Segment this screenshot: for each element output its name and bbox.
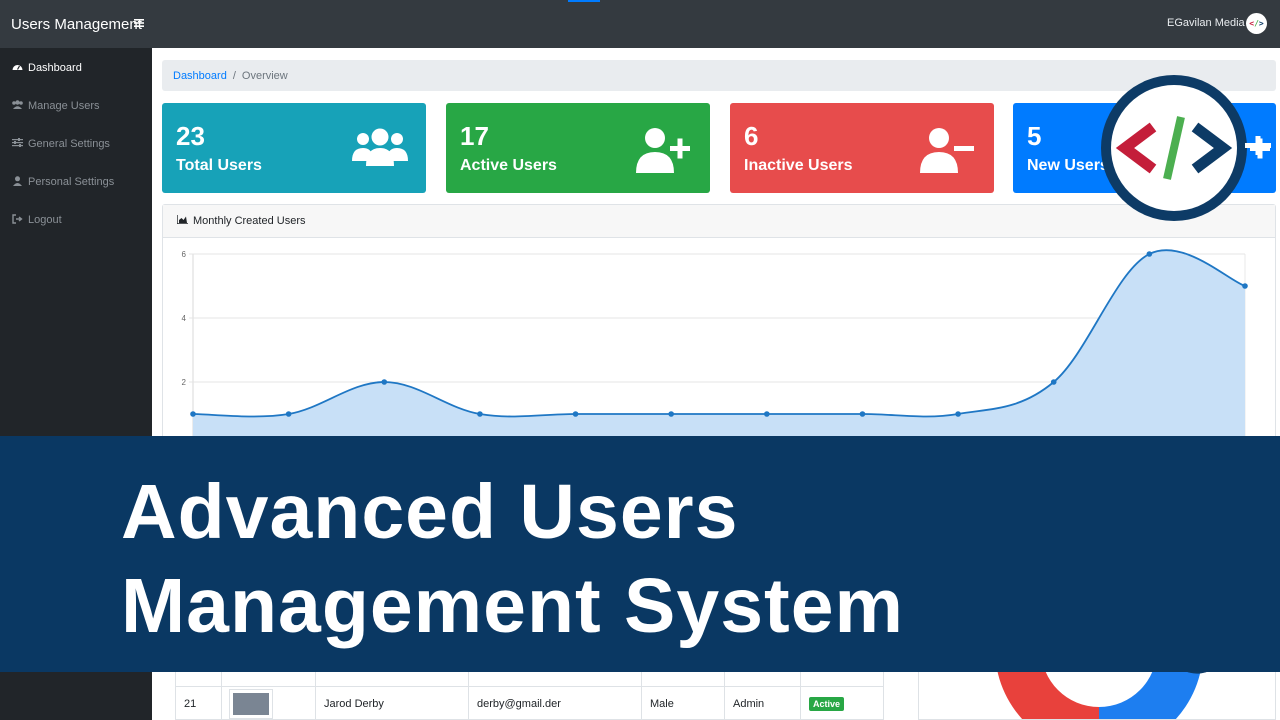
logout-icon [11,213,23,227]
stat-value: 23 [176,121,205,151]
cell-id: 21 [184,697,197,710]
active-indicator [568,0,600,2]
sidebar-item-manage-users[interactable]: Manage Users [11,98,100,114]
area-chart-icon [176,215,188,227]
logo-badge [1101,75,1247,221]
top-navbar: Users Management EGavilan Media < / > [0,0,1280,48]
stat-card-total-users[interactable]: 23 Total Users [162,103,426,193]
hamburger-icon[interactable] [134,15,144,31]
cell-status: Active [800,687,883,720]
stat-label: Total Users [176,157,262,174]
cell-avatar [221,687,315,720]
sidebar-item-logout[interactable]: Logout [11,212,62,228]
status-badge: Active [809,696,845,711]
data-point [572,411,579,417]
avatar-gt: > [1258,19,1264,28]
data-point [1242,283,1248,289]
banner-title-line-2: Management System [121,563,904,649]
sidebar-item-label: Logout [28,214,62,226]
users-icon [11,100,23,112]
y-tick-label: 2 [182,378,187,387]
cell-gender: Male [641,687,724,720]
data-point [668,411,674,417]
banner-title-line-1: Advanced Users [121,469,739,555]
data-point [764,411,770,417]
chart-card: Monthly Created Users 6 4 2 [162,204,1276,444]
user-minus-icon [920,127,976,178]
stat-value: 17 [460,121,489,151]
stat-label: New Users [1027,157,1109,174]
table-row[interactable]: 21 Jarod Derby derby@gmail.der Male Admi… [176,686,883,720]
breadcrumb: Dashboard / Overview [162,60,1276,91]
data-point [1050,379,1057,385]
y-tick-label: 6 [182,250,187,259]
cell-email: derby@gmail.der [468,687,641,720]
stat-card-active-users[interactable]: 17 Active Users [446,103,710,193]
stat-card-new-users-icon-tail [1245,136,1271,155]
stat-label: Active Users [460,157,557,174]
app-title[interactable]: Users Management [11,16,142,33]
data-point [477,411,483,417]
stat-card-inactive-users[interactable]: 6 Inactive Users [730,103,994,193]
cell-role: Admin [724,687,800,720]
data-point [1146,251,1153,257]
sidebar-item-dashboard[interactable]: Dashboard [11,60,82,76]
sidebar-item-label: General Settings [28,138,110,150]
data-point [285,411,292,417]
sidebar-item-personal-settings[interactable]: Personal Settings [11,174,114,190]
monthly-users-chart: 6 4 2 [182,249,1248,443]
data-point [190,411,196,417]
breadcrumb-current: Overview [241,69,288,82]
avatar[interactable]: < / > [1246,13,1267,34]
sidebar-item-general-settings[interactable]: General Settings [11,136,110,152]
stat-label: Inactive Users [744,157,853,174]
code-icon [1115,116,1233,180]
sliders-icon [11,138,23,150]
user-plus-icon [636,127,692,178]
title-banner: Advanced Users Management System [0,436,1280,672]
breadcrumb-separator: / [232,69,236,82]
chart-title: Monthly Created Users [193,215,306,227]
user-icon [11,175,23,189]
data-point [381,379,388,385]
sidebar-item-label: Manage Users [28,100,100,112]
y-tick-label: 4 [182,314,187,323]
stat-value: 6 [744,121,759,151]
dashboard-icon [11,62,23,75]
user-name[interactable]: EGavilan Media [1167,17,1245,29]
data-point [955,411,961,417]
breadcrumb-link-dashboard[interactable]: Dashboard [173,70,227,82]
users-group-icon [352,127,408,172]
stat-value: 5 [1027,121,1042,151]
sidebar-item-label: Dashboard [28,62,82,74]
avatar [229,688,273,719]
cell-name: Jarod Derby [315,687,468,720]
logo-inner [1111,85,1237,211]
chart-header: Monthly Created Users [163,205,1275,238]
sidebar-item-label: Personal Settings [28,176,115,188]
data-point [859,411,866,417]
